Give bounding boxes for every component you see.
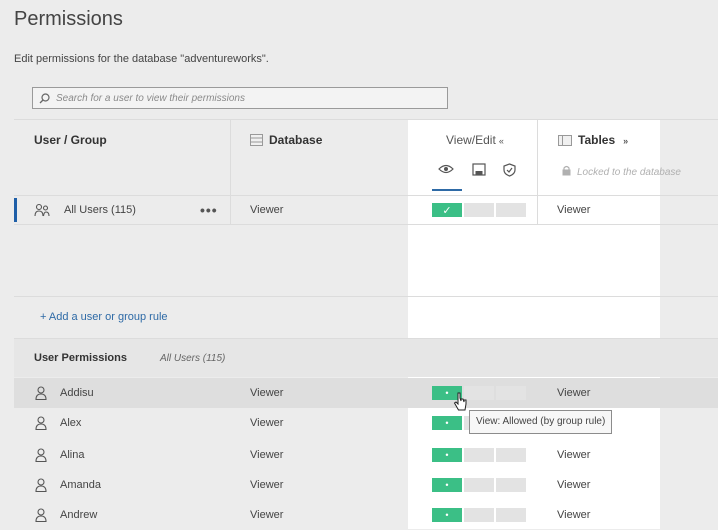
expand-arrow-icon[interactable]: » <box>623 136 628 146</box>
user-tables-role[interactable]: Viewer <box>557 387 590 399</box>
certify-capability-cell[interactable] <box>496 448 526 462</box>
column-header-view-edit[interactable]: View/Edit « <box>446 133 504 147</box>
user-permissions-subtitle: All Users (115) <box>160 353 226 364</box>
download-capability-cell[interactable] <box>464 203 494 217</box>
page-title: Permissions <box>14 8 123 30</box>
user-capability-cells: • <box>432 478 526 492</box>
mouse-pointer-icon <box>453 392 467 411</box>
column-header-database: Database <box>250 133 322 147</box>
divider <box>14 119 718 120</box>
download-capability-cell[interactable] <box>464 508 494 522</box>
user-database-role[interactable]: Viewer <box>250 387 283 399</box>
tables-label: Tables <box>578 133 616 147</box>
view-allowed-cell[interactable]: ✓ <box>432 203 462 217</box>
certify-capability-cell[interactable] <box>496 508 526 522</box>
user-name: Alex <box>60 417 82 429</box>
eye-icon[interactable] <box>438 163 454 175</box>
user-name: Amanda <box>60 479 101 491</box>
group-name: All Users (115) <box>64 204 136 216</box>
user-database-role[interactable]: Viewer <box>250 417 283 429</box>
more-options-icon[interactable]: ••• <box>200 202 218 218</box>
view-allowed-cell[interactable]: • <box>432 508 462 522</box>
tables-locked-note: Locked to the database <box>562 165 681 178</box>
certify-capability-cell[interactable] <box>496 203 526 217</box>
table-icon <box>558 135 572 146</box>
user-icon <box>35 386 47 400</box>
user-capability-cells: • <box>432 386 526 400</box>
locked-note-text: Locked to the database <box>577 167 681 178</box>
user-icon <box>35 416 47 430</box>
download-capability-cell[interactable] <box>464 478 494 492</box>
permission-tooltip: View: Allowed (by group rule) <box>469 410 613 434</box>
group-tables-role[interactable]: Viewer <box>557 204 590 216</box>
search-input[interactable] <box>56 92 436 104</box>
user-row[interactable] <box>14 378 718 408</box>
save-icon[interactable] <box>472 163 486 176</box>
user-name: Alina <box>60 449 85 461</box>
group-icon <box>34 203 50 217</box>
certify-capability-cell[interactable] <box>496 478 526 492</box>
view-allowed-cell[interactable]: • <box>432 448 462 462</box>
divider <box>14 296 718 297</box>
user-permissions-title: User Permissions <box>34 352 127 364</box>
user-capability-cells: • <box>432 448 526 462</box>
column-header-user-group: User / Group <box>34 133 107 147</box>
user-row[interactable] <box>14 440 718 470</box>
user-tables-role[interactable]: Viewer <box>557 479 590 491</box>
divider <box>14 224 718 225</box>
user-database-role[interactable]: Viewer <box>250 479 283 491</box>
add-rule-link[interactable]: + Add a user or group rule <box>40 311 168 323</box>
user-database-role[interactable]: Viewer <box>250 449 283 461</box>
search-icon <box>39 92 50 103</box>
database-label: Database <box>269 133 323 147</box>
view-edit-label: View/Edit <box>446 133 496 147</box>
group-capability-cells: ✓ <box>432 203 526 217</box>
group-database-role[interactable]: Viewer <box>250 204 283 216</box>
user-database-role[interactable]: Viewer <box>250 509 283 521</box>
user-tables-role[interactable]: Viewer <box>557 449 590 461</box>
download-capability-cell[interactable] <box>464 448 494 462</box>
view-allowed-cell[interactable]: • <box>432 416 462 430</box>
certify-capability-cell[interactable] <box>496 386 526 400</box>
user-row[interactable] <box>14 470 718 500</box>
database-icon <box>250 134 263 146</box>
collapse-arrow-icon[interactable]: « <box>499 136 504 146</box>
user-name: Andrew <box>60 509 98 521</box>
page-subtitle: Edit permissions for the database "adven… <box>14 53 269 65</box>
user-capability-cells: • <box>432 508 526 522</box>
view-allowed-cell[interactable]: • <box>432 478 462 492</box>
user-tables-role[interactable]: Viewer <box>557 509 590 521</box>
user-icon <box>35 478 47 492</box>
active-capability-indicator <box>432 189 462 191</box>
user-row[interactable] <box>14 500 718 530</box>
column-header-tables[interactable]: Tables » <box>558 133 628 147</box>
user-row[interactable] <box>14 408 718 438</box>
shield-check-icon[interactable] <box>503 163 516 177</box>
lock-icon <box>562 165 571 176</box>
user-icon <box>35 508 47 522</box>
user-icon <box>35 448 47 462</box>
user-search-box[interactable] <box>32 87 448 109</box>
user-name: Addisu <box>60 387 94 399</box>
